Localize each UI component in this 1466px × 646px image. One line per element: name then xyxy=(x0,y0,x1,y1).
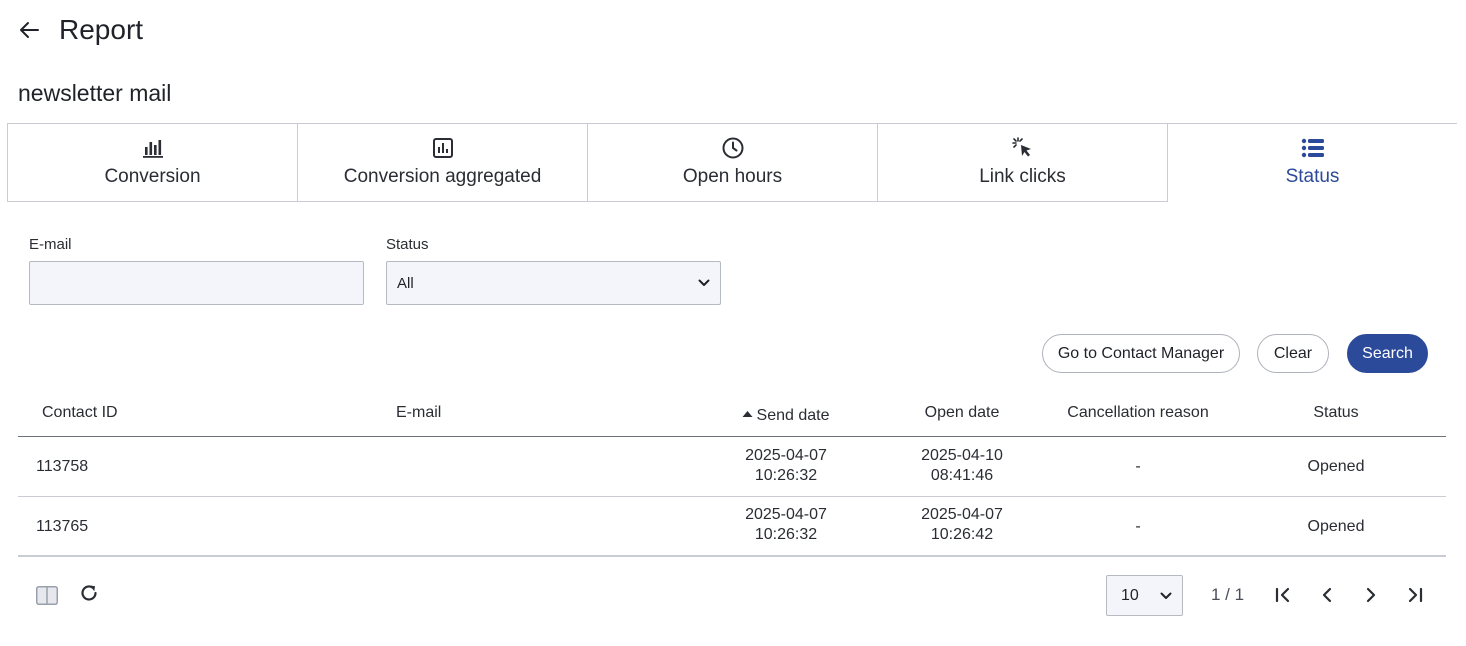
clock-icon xyxy=(722,137,743,159)
page-size-value: 10 xyxy=(1121,586,1139,604)
open-date-day: 2025-04-10 xyxy=(921,447,1003,464)
last-page-icon xyxy=(1408,587,1423,603)
clear-button[interactable]: Clear xyxy=(1257,334,1329,373)
column-toggle-button[interactable] xyxy=(36,586,58,605)
table-row[interactable]: 113758 2025-04-07 10:26:32 2025-04-10 08… xyxy=(18,437,1446,497)
first-page-button[interactable] xyxy=(1272,584,1294,606)
tab-label: Conversion xyxy=(104,166,201,187)
sort-ascending-icon xyxy=(742,410,753,417)
column-header-label: Send date xyxy=(756,407,830,424)
chevron-down-icon xyxy=(1160,592,1172,599)
cell-status: Opened xyxy=(1307,518,1365,535)
column-header-cancellation-reason[interactable]: Cancellation reason xyxy=(1067,404,1208,422)
chevron-left-icon xyxy=(1322,587,1332,603)
search-button[interactable]: Search xyxy=(1347,334,1428,373)
columns-icon xyxy=(36,586,58,605)
list-icon xyxy=(1301,138,1324,158)
page-header: Report xyxy=(18,10,143,50)
open-date-time: 10:26:42 xyxy=(930,526,994,543)
status-filter-value: All xyxy=(397,274,414,292)
status-filter-select[interactable]: All xyxy=(386,261,721,305)
column-header-contact-id[interactable]: Contact ID xyxy=(42,404,118,422)
cell-send-date: 2025-04-07 10:26:32 xyxy=(745,505,827,545)
report-tabs: Conversion Conversion aggregated Open ho… xyxy=(7,123,1457,202)
send-date-day: 2025-04-07 xyxy=(745,506,827,523)
cell-cancellation-reason: - xyxy=(1135,458,1141,475)
tab-link-clicks[interactable]: Link clicks xyxy=(878,124,1168,202)
column-header-status[interactable]: Status xyxy=(1313,404,1358,422)
page-info: 1 / 1 xyxy=(1211,585,1245,604)
tab-conversion-aggregated[interactable]: Conversion aggregated xyxy=(298,124,588,202)
tab-open-hours[interactable]: Open hours xyxy=(588,124,878,202)
bar-chart-icon xyxy=(142,140,163,158)
go-to-contact-manager-button[interactable]: Go to Contact Manager xyxy=(1042,334,1240,373)
arrow-left-icon xyxy=(20,22,39,38)
tab-label: Link clicks xyxy=(979,166,1066,187)
tab-label: Open hours xyxy=(682,166,783,187)
status-table: Contact ID E-mail Send date Open date Ca… xyxy=(18,392,1446,557)
column-header-send-date[interactable]: Send date xyxy=(742,407,830,425)
email-filter-input[interactable] xyxy=(29,261,364,305)
previous-page-button[interactable] xyxy=(1316,584,1338,606)
cell-contact-id: 113758 xyxy=(36,458,89,475)
send-date-day: 2025-04-07 xyxy=(745,447,827,464)
tab-status[interactable]: Status xyxy=(1168,124,1457,202)
column-header-open-date[interactable]: Open date xyxy=(925,404,1000,422)
chart-box-icon xyxy=(432,138,453,158)
page-title: Report xyxy=(59,14,144,45)
cell-send-date: 2025-04-07 10:26:32 xyxy=(745,446,827,486)
open-date-time: 08:41:46 xyxy=(930,467,994,484)
refresh-icon xyxy=(81,585,97,601)
report-subtitle: newsletter mail xyxy=(18,80,172,106)
cursor-click-icon xyxy=(1011,137,1031,157)
chevron-right-icon xyxy=(1366,587,1376,603)
last-page-button[interactable] xyxy=(1404,584,1426,606)
first-page-icon xyxy=(1275,587,1290,603)
cell-contact-id: 113765 xyxy=(36,518,89,535)
table-row[interactable]: 113765 2025-04-07 10:26:32 2025-04-07 10… xyxy=(18,497,1446,557)
next-page-button[interactable] xyxy=(1360,584,1382,606)
cell-open-date: 2025-04-07 10:26:42 xyxy=(921,505,1003,545)
cell-open-date: 2025-04-10 08:41:46 xyxy=(921,446,1003,486)
chevron-down-icon xyxy=(698,279,710,286)
tab-label: Conversion aggregated xyxy=(343,166,542,187)
email-filter-label: E-mail xyxy=(29,236,72,253)
tab-label: Status xyxy=(1285,166,1340,187)
send-date-time: 10:26:32 xyxy=(754,467,818,484)
send-date-time: 10:26:32 xyxy=(754,526,818,543)
open-date-day: 2025-04-07 xyxy=(921,506,1003,523)
back-button[interactable] xyxy=(18,19,40,41)
status-filter-label: Status xyxy=(386,236,429,253)
cell-cancellation-reason: - xyxy=(1135,518,1141,535)
refresh-button[interactable] xyxy=(78,582,100,604)
cell-status: Opened xyxy=(1307,458,1365,475)
tab-conversion[interactable]: Conversion xyxy=(7,124,298,202)
page-size-select[interactable]: 10 xyxy=(1106,575,1183,616)
table-header: Contact ID E-mail Send date Open date Ca… xyxy=(18,392,1446,437)
column-header-email[interactable]: E-mail xyxy=(396,404,441,422)
